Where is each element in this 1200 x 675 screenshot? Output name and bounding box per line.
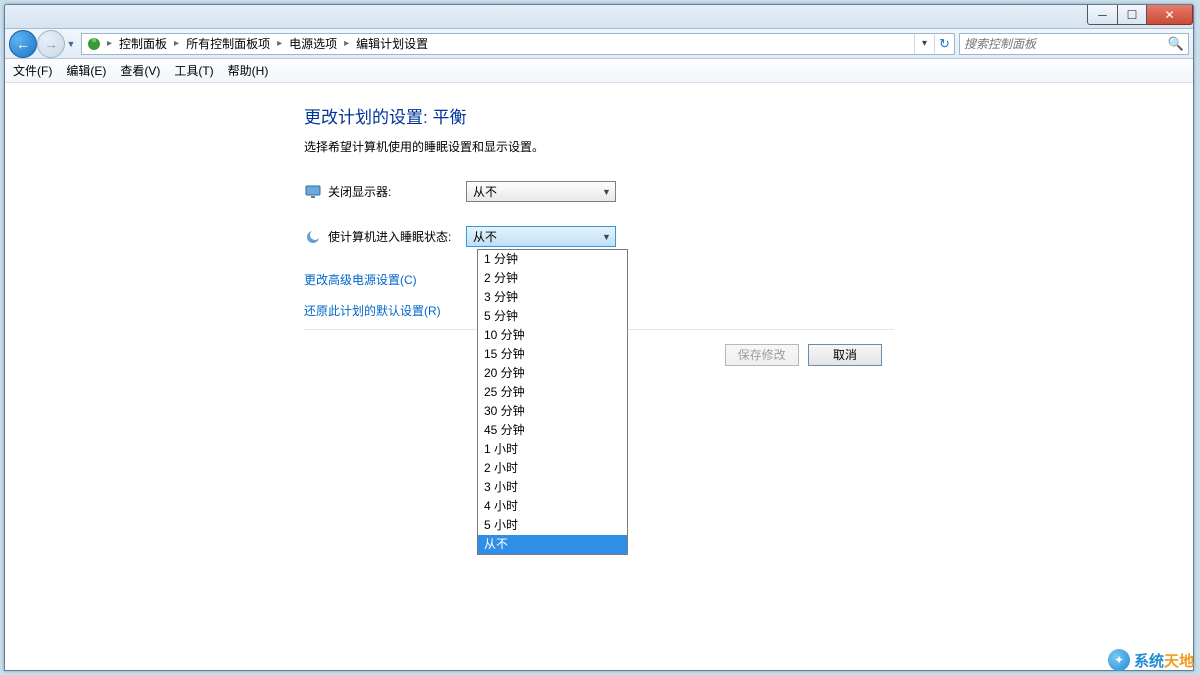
dropdown-option[interactable]: 4 小时 [478,497,627,516]
watermark: ✦ 系统天地 [1108,649,1194,671]
dropdown-option[interactable]: 2 分钟 [478,269,627,288]
window-frame: ─ ☐ ✕ ← → ▼ ▸ 控制面板 ▸ 所有控制面板项 ▸ 电源选项 ▸ 编辑… [4,4,1194,671]
display-off-combo[interactable]: 从不 ▼ [466,181,616,202]
chevron-down-icon: ▾ [922,38,927,49]
minimize-icon: ─ [1098,8,1107,22]
address-bar[interactable]: ▸ 控制面板 ▸ 所有控制面板项 ▸ 电源选项 ▸ 编辑计划设置 ▾ ↻ [81,33,955,55]
sleep-combo[interactable]: 从不 ▼ [466,226,616,247]
save-button: 保存修改 [725,344,799,366]
address-dropdown-button[interactable]: ▾ [914,34,934,54]
breadcrumb-sep-icon: ▸ [104,38,115,49]
page-title: 更改计划的设置: 平衡 [304,103,894,128]
refresh-icon: ↻ [939,36,950,52]
dropdown-option[interactable]: 3 分钟 [478,288,627,307]
close-icon: ✕ [1164,8,1174,22]
menu-edit[interactable]: 编辑(E) [66,62,106,79]
titlebar: ─ ☐ ✕ [5,5,1193,29]
dropdown-option[interactable]: 5 小时 [478,516,627,535]
dropdown-option[interactable]: 25 分钟 [478,383,627,402]
search-icon[interactable]: 🔍 [1168,36,1184,52]
sleep-value: 从不 [473,228,497,245]
dropdown-option[interactable]: 15 分钟 [478,345,627,364]
moon-icon [304,228,322,246]
menu-tools[interactable]: 工具(T) [174,62,213,79]
monitor-icon [304,183,322,201]
close-button[interactable]: ✕ [1147,5,1193,25]
menu-bar: 文件(F) 编辑(E) 查看(V) 工具(T) 帮助(H) [5,59,1193,83]
breadcrumb-sep-icon: ▸ [274,38,285,49]
arrow-left-icon: ← [16,36,30,52]
content-area: 更改计划的设置: 平衡 选择希望计算机使用的睡眠设置和显示设置。 关闭显示器: … [5,83,1193,670]
cancel-button[interactable]: 取消 [808,344,882,366]
page-description: 选择希望计算机使用的睡眠设置和显示设置。 [304,138,894,155]
nav-arrows: ← → ▼ [9,30,77,58]
control-panel-icon [86,36,102,52]
search-box[interactable]: 🔍 [959,33,1189,55]
setting-sleep: 使计算机进入睡眠状态: 从不 ▼ [304,226,894,247]
dropdown-option[interactable]: 30 分钟 [478,402,627,421]
maximize-icon: ☐ [1127,8,1138,22]
maximize-button[interactable]: ☐ [1117,5,1147,25]
breadcrumb-item[interactable]: 编辑计划设置 [354,35,430,52]
sleep-dropdown-list[interactable]: 1 分钟2 分钟3 分钟5 分钟10 分钟15 分钟20 分钟25 分钟30 分… [477,249,628,555]
breadcrumb-item[interactable]: 所有控制面板项 [184,35,272,52]
dropdown-option[interactable]: 20 分钟 [478,364,627,383]
chevron-down-icon: ▼ [598,187,615,197]
window-controls: ─ ☐ ✕ [1087,5,1193,25]
menu-view[interactable]: 查看(V) [120,62,160,79]
refresh-button[interactable]: ↻ [934,34,954,54]
dropdown-option[interactable]: 1 小时 [478,440,627,459]
dropdown-option[interactable]: 5 分钟 [478,307,627,326]
navigation-bar: ← → ▼ ▸ 控制面板 ▸ 所有控制面板项 ▸ 电源选项 ▸ 编辑计划设置 ▾… [5,29,1193,59]
back-button[interactable]: ← [9,30,37,58]
dropdown-option[interactable]: 1 分钟 [478,250,627,269]
setting-sleep-label: 使计算机进入睡眠状态: [328,228,466,245]
dropdown-option[interactable]: 3 小时 [478,478,627,497]
menu-help[interactable]: 帮助(H) [228,62,269,79]
menu-file[interactable]: 文件(F) [13,62,52,79]
chevron-down-icon: ▼ [598,232,615,242]
dropdown-option[interactable]: 从不 [478,535,627,554]
breadcrumb-sep-icon: ▸ [171,38,182,49]
watermark-text: 系统天地 [1134,650,1194,671]
chevron-down-icon: ▼ [67,39,76,49]
forward-button[interactable]: → [37,30,65,58]
breadcrumb-sep-icon: ▸ [341,38,352,49]
dropdown-option[interactable]: 45 分钟 [478,421,627,440]
arrow-right-icon: → [44,36,58,52]
breadcrumb-item[interactable]: 控制面板 [117,35,169,52]
search-input[interactable] [964,37,1168,51]
globe-icon: ✦ [1108,649,1130,671]
history-dropdown-button[interactable]: ▼ [65,39,77,49]
minimize-button[interactable]: ─ [1087,5,1117,25]
display-off-value: 从不 [473,183,497,200]
setting-display-off: 关闭显示器: 从不 ▼ [304,181,894,202]
breadcrumb-item[interactable]: 电源选项 [287,35,339,52]
dropdown-option[interactable]: 10 分钟 [478,326,627,345]
dropdown-option[interactable]: 2 小时 [478,459,627,478]
setting-display-label: 关闭显示器: [328,183,466,200]
